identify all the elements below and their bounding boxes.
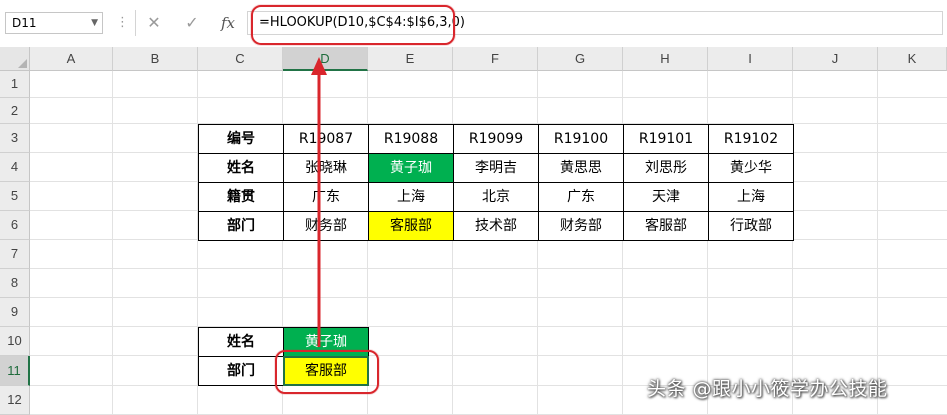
enter-icon[interactable]: ✓ bbox=[180, 11, 204, 35]
spreadsheet-grid[interactable]: ABCDEFGHIJK 1 2 3 4 5 6 7 8 9 10 11 12 编号 姓名 籍贯 部门 … bbox=[0, 47, 947, 415]
watermark: 头条 @跟小小筱学办公技能 bbox=[647, 378, 888, 400]
cancel-icon[interactable]: ✕ bbox=[142, 11, 166, 35]
chevron-down-icon[interactable]: ▼ bbox=[91, 13, 98, 33]
formula-bar-divider bbox=[135, 10, 136, 36]
arrow-graphic bbox=[311, 57, 327, 347]
insert-function-icon[interactable]: fx bbox=[216, 11, 240, 35]
formula-highlight-box bbox=[251, 5, 455, 45]
more-options-icon[interactable]: ⋮ bbox=[116, 15, 129, 30]
name-box[interactable]: D11 ▼ bbox=[5, 12, 103, 34]
arrow-head-icon bbox=[311, 57, 327, 75]
formula-bar: D11 ▼ ⋮ ✕ ✓ fx =HLOOKUP(D10,$C$4:$I$6,3,… bbox=[0, 0, 947, 47]
name-box-value: D11 bbox=[12, 16, 37, 30]
